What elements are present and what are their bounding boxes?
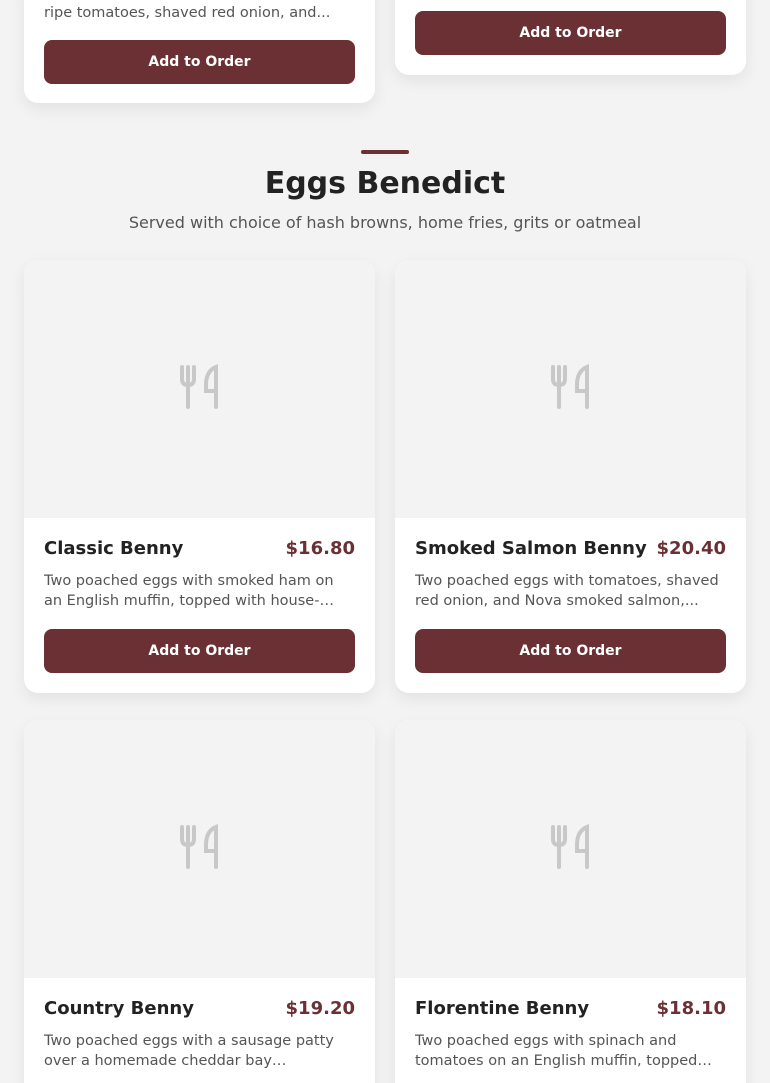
item-price: $18.10	[656, 998, 726, 1019]
item-image-placeholder	[24, 720, 375, 978]
item-image-placeholder	[395, 720, 746, 978]
item-description: Two poached eggs with a sausage patty ov…	[44, 1033, 334, 1069]
item-description: Two poached eggs with spinach and tomato…	[415, 1033, 698, 1069]
item-price: $20.40	[656, 538, 726, 559]
item-price: $19.20	[285, 998, 355, 1019]
add-to-order-button[interactable]: Add to Order	[44, 629, 355, 673]
menu-card: Classic Benny $16.80 Two poached eggs wi…	[24, 260, 375, 693]
item-image-placeholder	[395, 260, 746, 518]
menu-card-partial-left: ripe tomatoes, shaved red onion, and... …	[24, 0, 375, 103]
menu-card: Florentine Benny $18.10 Two poached eggs…	[395, 720, 746, 1083]
item-title: Florentine Benny	[415, 998, 590, 1019]
item-title: Classic Benny	[44, 538, 184, 559]
add-to-order-button[interactable]: Add to Order	[415, 629, 726, 673]
fork-knife-icon	[178, 363, 222, 415]
item-description: Two poached eggs with tomatoes, shaved r…	[415, 573, 719, 609]
item-title: Smoked Salmon Benny	[415, 538, 647, 559]
add-to-order-button[interactable]: Add to Order	[415, 11, 726, 55]
section-subtitle: Served with choice of hash browns, home …	[128, 213, 642, 232]
menu-page: ripe tomatoes, shaved red onion, and... …	[0, 0, 770, 1083]
section-accent-rule	[361, 150, 409, 154]
item-image-placeholder	[24, 260, 375, 518]
section-title: Eggs Benedict	[264, 166, 506, 201]
add-to-order-button[interactable]: Add to Order	[44, 40, 355, 84]
fork-knife-icon	[178, 823, 222, 875]
item-description: ripe tomatoes, shaved red onion, and...	[44, 5, 331, 21]
item-title: Country Benny	[44, 998, 194, 1019]
menu-card-partial-right: Add to Order	[395, 0, 746, 75]
fork-knife-icon	[549, 823, 593, 875]
item-description: Two poached eggs with smoked ham on an E…	[44, 573, 334, 609]
item-price: $16.80	[285, 538, 355, 559]
menu-card: Country Benny $19.20 Two poached eggs wi…	[24, 720, 375, 1083]
menu-card: Smoked Salmon Benny $20.40 Two poached e…	[395, 260, 746, 693]
section-header: Eggs Benedict Served with choice of hash…	[0, 150, 770, 232]
fork-knife-icon	[549, 363, 593, 415]
